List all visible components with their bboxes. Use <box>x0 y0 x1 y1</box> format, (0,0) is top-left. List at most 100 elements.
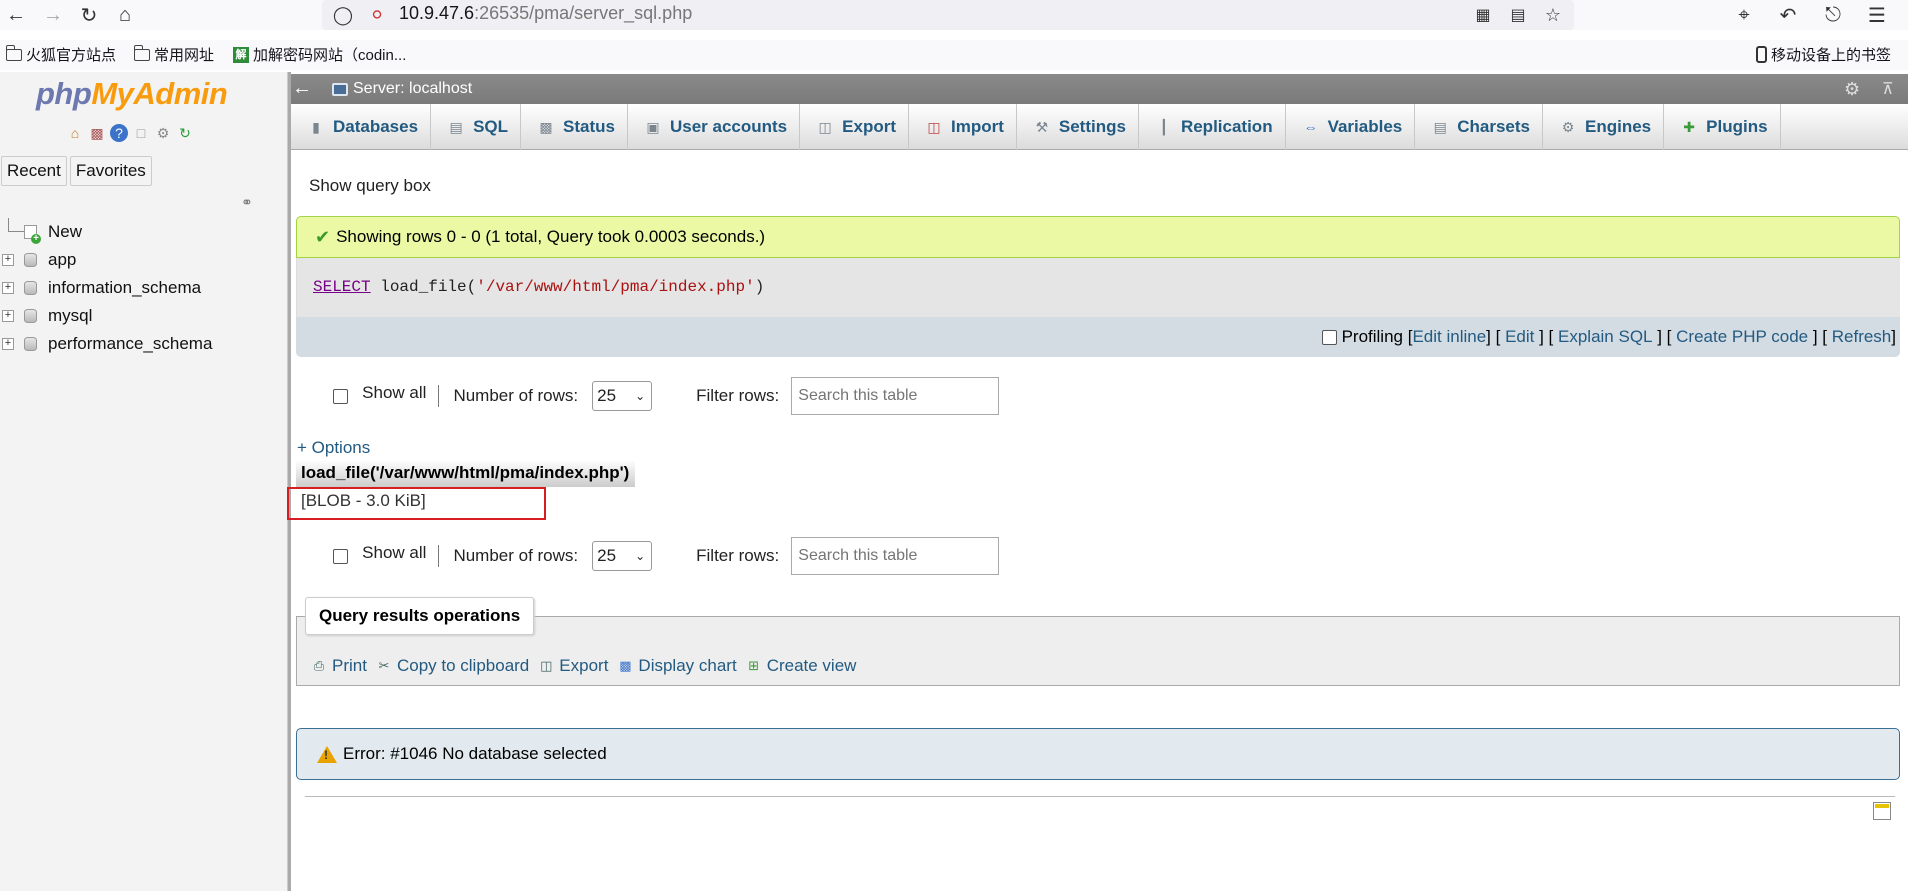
database-icon <box>24 253 37 267</box>
url-bar[interactable]: ◯ ⚪ 10.9.47.6:26535/pma/server_sql.php ▦… <box>322 0 1574 30</box>
filter-rows-input[interactable] <box>791 377 1000 415</box>
create-php-code-link[interactable]: Create PHP code <box>1676 327 1808 347</box>
tab-sql[interactable]: ▤ SQL <box>431 104 522 150</box>
menu-icon[interactable]: ☰ <box>1864 2 1890 28</box>
refresh-link[interactable]: Refresh <box>1832 327 1892 347</box>
mobile-bookmarks[interactable]: 移动设备上的书签 <box>1756 44 1891 65</box>
tree-item-database[interactable]: + app <box>0 246 280 274</box>
bookmark-link[interactable]: 解加解密码网站（codin... <box>233 44 406 65</box>
phpmyadmin-logo[interactable]: phpMyAdmin <box>36 76 228 112</box>
logout-icon[interactable]: ▩ <box>88 124 106 142</box>
sql-keyword[interactable]: SELECT <box>313 278 371 296</box>
wrench-icon: ⚒ <box>1035 118 1049 135</box>
extensions-icon[interactable]: ⎋ <box>1820 2 1846 28</box>
tab-import[interactable]: ◫ Import <box>909 104 1017 150</box>
database-icon <box>24 281 37 295</box>
collapse-top-icon[interactable]: ⊼ <box>1882 79 1894 99</box>
url-text[interactable]: 10.9.47.6:26535/pma/server_sql.php <box>399 3 692 24</box>
undo-icon[interactable]: ↶ <box>1775 2 1801 28</box>
gear-icon[interactable]: ⚙ <box>154 124 172 142</box>
operations-links: ⎙ Print ✂ Copy to clipboard ◫ Export ▩ Displ… <box>310 656 858 676</box>
server-icon <box>332 82 348 96</box>
home-icon[interactable]: ⌂ <box>66 124 84 142</box>
options-toggle-link[interactable]: + Options <box>297 438 370 458</box>
print-link[interactable]: ⎙ Print <box>310 656 367 676</box>
display-chart-link[interactable]: ▩ Display chart <box>616 656 736 676</box>
tab-settings[interactable]: ⚒ Settings <box>1017 104 1139 150</box>
docs-icon[interactable]: □ <box>132 124 150 142</box>
tab-databases[interactable]: ▮ Databases <box>291 104 432 150</box>
bookmark-folder[interactable]: 常用网址 <box>133 44 214 65</box>
users-icon: ▣ <box>646 118 660 135</box>
back-icon[interactable]: ← <box>3 2 29 28</box>
bar-chart-icon: ▩ <box>619 658 632 673</box>
result-column-header[interactable]: load_file('/var/www/html/pma/index.php') <box>296 460 635 487</box>
show-all-checkbox[interactable] <box>333 548 348 564</box>
reload-nav-icon[interactable]: ↻ <box>176 124 194 142</box>
success-message: ✔ Showing rows 0 - 0 (1 total, Query too… <box>296 216 1900 258</box>
expand-icon[interactable]: + <box>2 338 14 350</box>
charsets-icon: ▤ <box>1433 118 1447 135</box>
mobile-device-icon <box>1756 46 1767 63</box>
tab-plugins[interactable]: ✚ Plugins <box>1664 104 1781 150</box>
profiling-checkbox[interactable] <box>1321 329 1337 345</box>
show-query-box-link[interactable]: Show query box <box>309 176 431 196</box>
tree-item-new[interactable]: New <box>0 218 280 246</box>
rows-per-page-select[interactable]: 25 ⌄ <box>592 541 653 571</box>
tree-item-database[interactable]: + mysql <box>0 302 280 330</box>
export-link[interactable]: ◫ Export <box>537 656 608 676</box>
browser-toolbar: ← → ↻ ⌂ ◯ ⚪ 10.9.47.6:26535/pma/server_s… <box>0 0 1908 30</box>
engines-icon: ⚙ <box>1561 118 1575 135</box>
tab-variables[interactable]: ⇔ Variables <box>1286 104 1416 150</box>
reload-icon[interactable]: ↻ <box>76 2 102 28</box>
shield-icon[interactable]: ◯ <box>332 4 354 26</box>
tab-export[interactable]: ◫ Export <box>800 104 909 150</box>
create-view-link[interactable]: ⊞ Create view <box>745 656 856 676</box>
database-icon: ▮ <box>312 118 320 135</box>
bookmark-folder[interactable]: 火狐官方站点 <box>5 44 116 65</box>
tree-item-database[interactable]: + performance_schema <box>0 330 280 358</box>
recent-tab[interactable]: Recent <box>1 156 67 186</box>
edit-link[interactable]: Edit <box>1505 327 1534 347</box>
tab-status[interactable]: ▩ Status <box>521 104 628 150</box>
tab-engines[interactable]: ⚙ Engines <box>1543 104 1665 150</box>
expand-icon[interactable]: + <box>2 310 14 322</box>
check-icon: ✔ <box>315 226 331 247</box>
sql-query-display: SELECT load_file('/var/www/html/pma/inde… <box>296 258 1900 317</box>
create-view-icon: ⊞ <box>748 658 760 673</box>
nav-tabs: Recent Favorites <box>1 156 152 186</box>
database-icon <box>24 337 37 351</box>
console-icon[interactable] <box>1873 802 1891 820</box>
copy-to-clipboard-link[interactable]: ✂ Copy to clipboard <box>375 656 530 676</box>
collapse-nav-icon[interactable]: ← <box>291 74 313 104</box>
tree-item-database[interactable]: + information_schema <box>0 274 280 302</box>
show-all-checkbox[interactable] <box>333 388 348 404</box>
help-icon[interactable]: ? <box>110 124 128 142</box>
insecure-lock-icon[interactable]: ⚪ <box>366 4 388 26</box>
qr-code-icon[interactable]: ▦ <box>1472 4 1494 26</box>
expand-icon[interactable]: + <box>2 282 14 294</box>
link-with-main-icon[interactable]: ⚭ <box>241 194 253 211</box>
edit-inline-link[interactable]: Edit inline <box>1412 327 1486 347</box>
rows-per-page-select[interactable]: 25 ⌄ <box>592 381 653 411</box>
printer-icon: ⎙ <box>313 658 325 673</box>
sql-icon: ▤ <box>449 118 463 135</box>
expand-icon[interactable]: + <box>2 254 14 266</box>
operations-legend: Query results operations <box>305 597 535 635</box>
forward-icon[interactable]: → <box>40 2 66 28</box>
import-icon: ◫ <box>927 118 941 135</box>
nav-resize-handle[interactable] <box>288 72 291 891</box>
reader-view-icon[interactable]: ▤ <box>1507 4 1529 26</box>
explain-sql-link[interactable]: Explain SQL <box>1558 327 1653 347</box>
page-settings-icon[interactable]: ⚙ <box>1844 79 1860 100</box>
filter-rows-input[interactable] <box>791 537 1000 575</box>
breadcrumb-server[interactable]: Server: localhost <box>332 80 472 98</box>
divider <box>438 545 440 567</box>
star-bookmark-icon[interactable]: ☆ <box>1542 4 1564 26</box>
favorites-tab[interactable]: Favorites <box>69 156 152 186</box>
tab-user-accounts[interactable]: ▣ User accounts <box>628 104 801 150</box>
tab-charsets[interactable]: ▤ Charsets <box>1415 104 1544 150</box>
crop-icon[interactable]: ⌖ <box>1731 2 1757 28</box>
tab-replication[interactable]: ┃ Replication <box>1139 104 1286 150</box>
home-icon[interactable]: ⌂ <box>112 2 138 28</box>
